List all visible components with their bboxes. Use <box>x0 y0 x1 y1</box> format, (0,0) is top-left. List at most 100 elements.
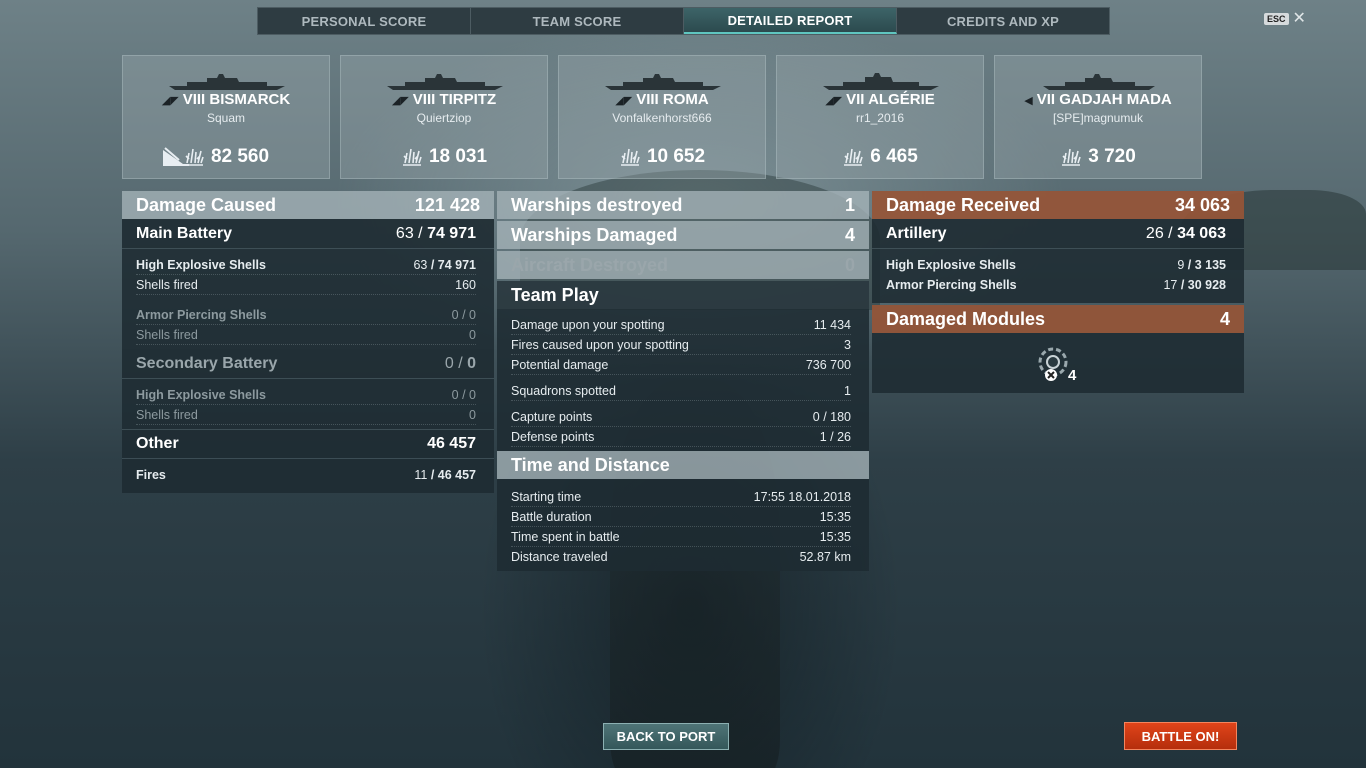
damage-value: 10 652 <box>646 146 706 167</box>
damaged-modules-header: Damaged Modules 4 <box>872 305 1244 333</box>
damage-burst-icon <box>844 148 863 166</box>
he-received-row: High Explosive Shells 9 / 3 135 <box>886 258 1226 272</box>
ship-silhouette-icon <box>1043 74 1155 90</box>
ship-tier: VIII <box>412 91 436 108</box>
damage-value: 6 465 <box>870 146 918 167</box>
damage-received-header: Damage Received 34 063 <box>872 191 1244 219</box>
battleship-class-icon: ◢◤ <box>391 95 409 107</box>
team-play-details: Damage upon your spotting 11 434 Fires c… <box>497 309 869 451</box>
tab-credits-xp[interactable]: CREDITS AND XP <box>897 8 1109 34</box>
he-shells-row: High Explosive Shells 63 / 74 971 <box>136 255 476 275</box>
secondary-battery-row: Secondary Battery 0 / 0 <box>122 349 494 379</box>
ship-card: ◢◤ VIII BISMARCK Squam 82 560 <box>122 55 330 179</box>
damage-caused-header: Damage Caused 121 428 <box>122 191 494 219</box>
damaged-ships-cards: ◢◤ VIII BISMARCK Squam 82 560 ◢◤ VIII TIRP… <box>122 55 1202 179</box>
damage-caused-panel: Damage Caused 121 428 Main Battery 63 / … <box>122 191 494 493</box>
damage-caused-total: 121 428 <box>414 194 480 215</box>
other-row: Other 46 457 <box>122 429 494 459</box>
esc-key-label: ESC <box>1264 13 1289 25</box>
secondary-battery-label: Secondary Battery <box>136 354 278 372</box>
shells-fired-row: Shells fired 0 <box>136 405 476 425</box>
ship-silhouette-icon <box>823 73 939 90</box>
main-battery-row: Main Battery 63 / 74 971 <box>122 219 494 249</box>
player-name: rr1_2016 <box>855 111 905 125</box>
artillery-row: Artillery 26 / 34 063 <box>872 219 1244 249</box>
ship-silhouette-icon <box>605 74 721 90</box>
ship-name: ◢◤ VIII ROMA <box>559 91 765 108</box>
player-name: Quiertziop <box>416 111 472 125</box>
artillery-details: High Explosive Shells 9 / 3 135 Armor Pi… <box>872 249 1244 303</box>
battleship-class-icon: ◢◤ <box>161 95 179 107</box>
starting-time-row: Starting time 17:55 18.01.2018 <box>511 487 851 507</box>
warships-destroyed-row: Warships destroyed 1 <box>497 191 869 219</box>
squadrons-spotted-row: Squadrons spotted 1 <box>511 381 851 401</box>
shells-fired-row: Shells fired 160 <box>136 275 476 295</box>
damage-dealt: 6 465 <box>777 146 983 168</box>
ship-title: ROMA <box>662 91 709 108</box>
other-value: 46 457 <box>427 435 476 452</box>
battleship-class-icon: ◢◤ <box>615 95 633 107</box>
main-battery-value: 63 / 74 971 <box>395 224 476 242</box>
secondary-battery-value: 0 / 0 <box>444 354 476 372</box>
back-to-port-button[interactable]: BACK TO PORT <box>603 723 729 750</box>
main-battery-label: Main Battery <box>136 224 233 242</box>
ship-card: ◢◤ VIII ROMA Vonfalkenhorst666 10 652 <box>558 55 766 179</box>
other-details: Fires 11 / 46 457 <box>122 459 494 493</box>
he-shells-row: High Explosive Shells 0 / 0 <box>136 385 476 405</box>
tab-team-score[interactable]: TEAM SCORE <box>471 8 684 34</box>
ship-tier: VII <box>846 91 865 108</box>
ship-silhouette-icon <box>169 74 285 90</box>
damage-dealt: 3 720 <box>995 146 1201 168</box>
ship-name: ◀ VII GADJAH MADA <box>995 91 1201 108</box>
ap-shells-row: Armor Piercing Shells 0 / 0 <box>136 305 476 325</box>
time-distance-header: Time and Distance <box>497 451 869 479</box>
tab-personal-score[interactable]: PERSONAL SCORE <box>258 8 471 34</box>
ship-title: TIRPITZ <box>439 91 497 108</box>
cruiser-class-icon: ◀ <box>1024 95 1033 107</box>
ship-tier: VIII <box>636 91 659 108</box>
capture-points-row: Capture points 0 / 180 <box>511 407 851 427</box>
damaged-modules-area: 4 <box>872 333 1244 393</box>
potential-damage-row: Potential damage 736 700 <box>511 355 851 375</box>
player-name: [SPE]magnumuk <box>1052 111 1144 125</box>
damage-dealt: 82 560 <box>123 146 329 168</box>
secondary-battery-details: High Explosive Shells 0 / 0 Shells fired… <box>122 379 494 429</box>
ship-tier: VIII <box>182 91 206 108</box>
damage-burst-icon <box>620 148 640 166</box>
ship-name: ◢◤ VIII BISMARCK <box>123 91 329 108</box>
damaged-module-icon <box>1038 347 1068 381</box>
player-name: Squam <box>206 111 246 125</box>
ap-received-row: Armor Piercing Shells 17 / 30 928 <box>886 278 1226 292</box>
time-in-battle-row: Time spent in battle 15:35 <box>511 527 851 547</box>
battle-on-button[interactable]: BATTLE ON! <box>1124 722 1237 750</box>
tab-detailed-report[interactable]: DETAILED REPORT <box>684 8 897 34</box>
ship-card: ◢◤ VII ALGÉRIE rr1_2016 6 465 <box>776 55 984 179</box>
ship-name: ◢◤ VII ALGÉRIE <box>777 91 983 108</box>
damage-caused-title: Damage Caused <box>136 194 277 215</box>
damage-burst-icon <box>1062 148 1081 166</box>
spotting-fires-row: Fires caused upon your spotting 3 <box>511 335 851 355</box>
ship-title: GADJAH MADA <box>1059 91 1172 108</box>
player-name: Vonfalkenhorst666 <box>612 111 712 125</box>
ship-tier: VII <box>1036 91 1056 108</box>
damage-value: 3 720 <box>1088 146 1136 167</box>
spotting-damage-row: Damage upon your spotting 11 434 <box>511 315 851 335</box>
ship-name: ◢◤ VIII TIRPITZ <box>341 91 547 108</box>
ship-title: ALGÉRIE <box>868 91 935 108</box>
close-button[interactable]: ESC ✕ <box>1264 11 1306 27</box>
warships-damaged-row: Warships Damaged 4 <box>497 221 869 249</box>
main-battery-details: High Explosive Shells 63 / 74 971 Shells… <box>122 249 494 349</box>
close-icon[interactable]: ✕ <box>1293 11 1306 27</box>
fires-row: Fires 11 / 46 457 <box>136 468 476 482</box>
damage-value: 82 560 <box>210 146 270 167</box>
damage-burst-icon <box>184 148 204 166</box>
damage-burst-icon <box>402 148 422 166</box>
ship-silhouette-icon <box>387 74 503 90</box>
summary-panel: Warships destroyed 1 Warships Damaged 4 … <box>497 191 869 571</box>
damage-value: 18 031 <box>428 146 488 167</box>
battle-duration-row: Battle duration 15:35 <box>511 507 851 527</box>
cruiser-class-icon: ◢◤ <box>825 95 843 107</box>
aircraft-destroyed-row: Aircraft Destroyed 0 <box>497 251 869 279</box>
team-play-header: Team Play <box>497 281 869 309</box>
time-distance-details: Starting time 17:55 18.01.2018 Battle du… <box>497 479 869 571</box>
